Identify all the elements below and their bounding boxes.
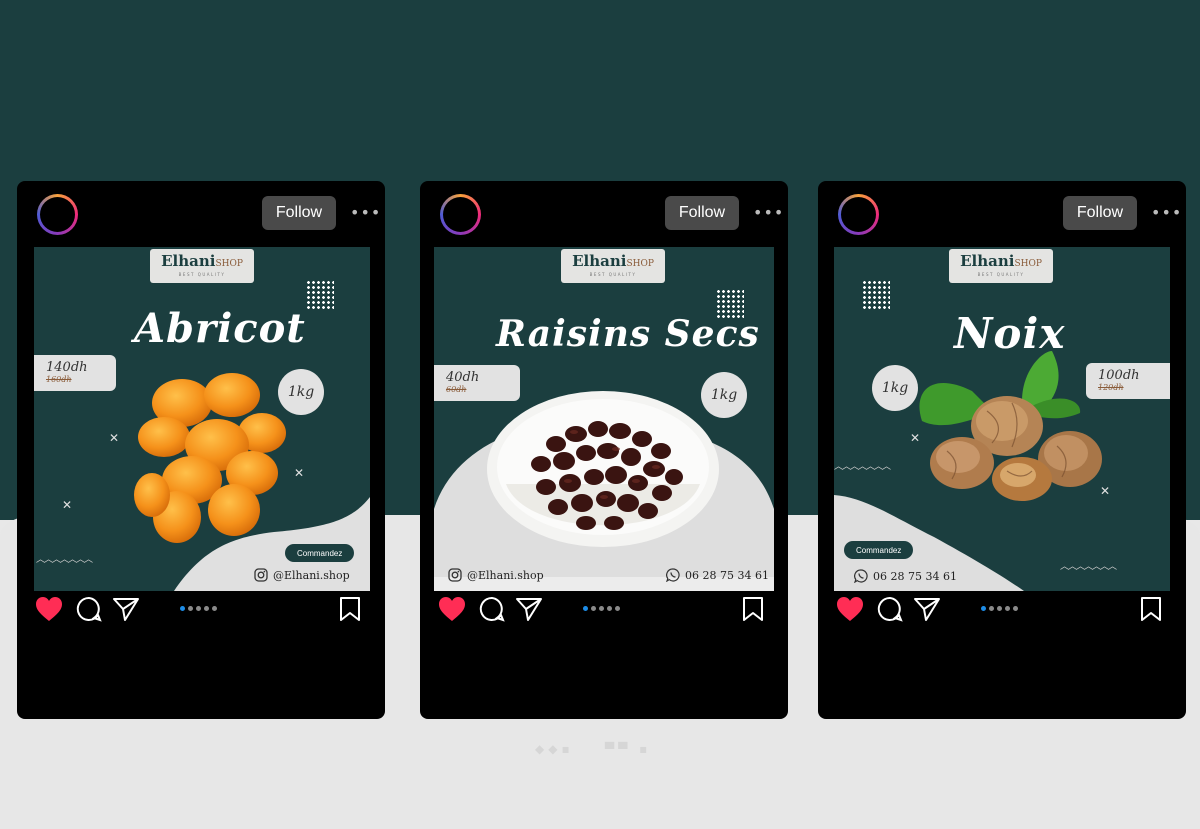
cross-decoration: ✕ <box>62 498 73 512</box>
phone-number: 06 28 75 34 61 <box>666 568 769 582</box>
price-tag: 140dh 160dh <box>34 355 116 391</box>
instagram-icon <box>448 568 462 582</box>
cross-decoration: ✕ <box>1100 484 1111 498</box>
whatsapp-icon <box>666 568 680 582</box>
carousel-dot <box>607 606 612 611</box>
dot-grid-decoration <box>862 280 890 310</box>
instagram-icon <box>254 568 268 582</box>
post-image: ElhaniSHOP BEST QUALITY Abricot 140dh 16… <box>34 247 370 591</box>
post-card-abricot: Follow ••• ElhaniSHOP BEST QUALITY Abric… <box>17 181 385 719</box>
carousel-dot <box>981 606 986 611</box>
watermark-decoration: ◆◆▪ ▀▀ ▪ <box>535 742 652 756</box>
share-icon[interactable] <box>515 596 543 622</box>
comment-icon[interactable] <box>479 596 505 622</box>
bookmark-icon[interactable] <box>339 596 361 622</box>
post-card-raisins-secs: Follow ••• ElhaniSHOP BEST QUALITY Raisi… <box>420 181 788 719</box>
carousel-dot <box>180 606 185 611</box>
zigzag-decoration: ︿︿︿︿︿︿︿ <box>1060 562 1117 572</box>
phone-number: 06 28 75 34 61 <box>854 569 957 583</box>
instagram-handle: @Elhani.shop <box>448 568 544 582</box>
carousel-dot <box>599 606 604 611</box>
post-actions <box>818 596 1186 628</box>
cross-decoration: ✕ <box>109 431 120 445</box>
share-icon[interactable] <box>913 596 941 622</box>
carousel-dot <box>997 606 1002 611</box>
cross-decoration: ✕ <box>910 431 921 445</box>
carousel-dot <box>1005 606 1010 611</box>
post-image: ElhaniSHOP BEST QUALITY Noix 1kg 100dh 1… <box>834 247 1170 591</box>
post-image: ElhaniSHOP BEST QUALITY Raisins Secs 40d… <box>434 247 774 591</box>
heart-icon[interactable] <box>35 596 63 622</box>
zigzag-decoration: ︿︿︿︿︿︿︿ <box>36 555 93 565</box>
brand-logo: ElhaniSHOP BEST QUALITY <box>949 249 1053 283</box>
walnut-image <box>919 351 1102 501</box>
product-title: Raisins Secs <box>496 313 760 355</box>
carousel-indicator <box>180 606 217 611</box>
more-options-icon[interactable]: ••• <box>1151 203 1181 223</box>
bookmark-icon[interactable] <box>1140 596 1162 622</box>
post-card-noix: Follow ••• ElhaniSHOP BEST QUALITY Noix … <box>818 181 1186 719</box>
carousel-dot <box>1013 606 1018 611</box>
carousel-indicator <box>583 606 620 611</box>
share-icon[interactable] <box>112 596 140 622</box>
brand-logo: ElhaniSHOP BEST QUALITY <box>561 249 665 283</box>
more-options-icon[interactable]: ••• <box>753 203 783 223</box>
instagram-handle: @Elhani.shop <box>254 568 350 582</box>
post-actions <box>420 596 788 628</box>
cross-decoration: ✕ <box>294 466 305 480</box>
bookmark-icon[interactable] <box>742 596 764 622</box>
product-title: Abricot <box>134 305 306 352</box>
follow-button[interactable]: Follow <box>665 196 739 230</box>
avatar[interactable] <box>838 194 879 235</box>
comment-icon[interactable] <box>877 596 903 622</box>
carousel-indicator <box>981 606 1018 611</box>
brand-logo: ElhaniSHOP BEST QUALITY <box>150 249 254 283</box>
avatar[interactable] <box>37 194 78 235</box>
carousel-dot <box>196 606 201 611</box>
apricot-image <box>134 373 286 543</box>
whatsapp-icon <box>854 569 868 583</box>
heart-icon[interactable] <box>438 596 466 622</box>
post-actions <box>17 596 385 628</box>
order-button[interactable]: Commandez <box>285 544 355 562</box>
comment-icon[interactable] <box>76 596 102 622</box>
carousel-dot <box>212 606 217 611</box>
order-button[interactable]: Commandez <box>844 541 914 559</box>
heart-icon[interactable] <box>836 596 864 622</box>
carousel-dot <box>188 606 193 611</box>
carousel-dot <box>204 606 209 611</box>
more-options-icon[interactable]: ••• <box>350 203 380 223</box>
carousel-dot <box>591 606 596 611</box>
follow-button[interactable]: Follow <box>262 196 336 230</box>
carousel-dot <box>583 606 588 611</box>
carousel-dot <box>615 606 620 611</box>
carousel-dot <box>989 606 994 611</box>
follow-button[interactable]: Follow <box>1063 196 1137 230</box>
raisin-bowl-image <box>487 391 719 547</box>
avatar[interactable] <box>440 194 481 235</box>
zigzag-decoration: ︿︿︿︿︿︿︿ <box>834 462 891 472</box>
dot-grid-decoration <box>306 280 334 310</box>
